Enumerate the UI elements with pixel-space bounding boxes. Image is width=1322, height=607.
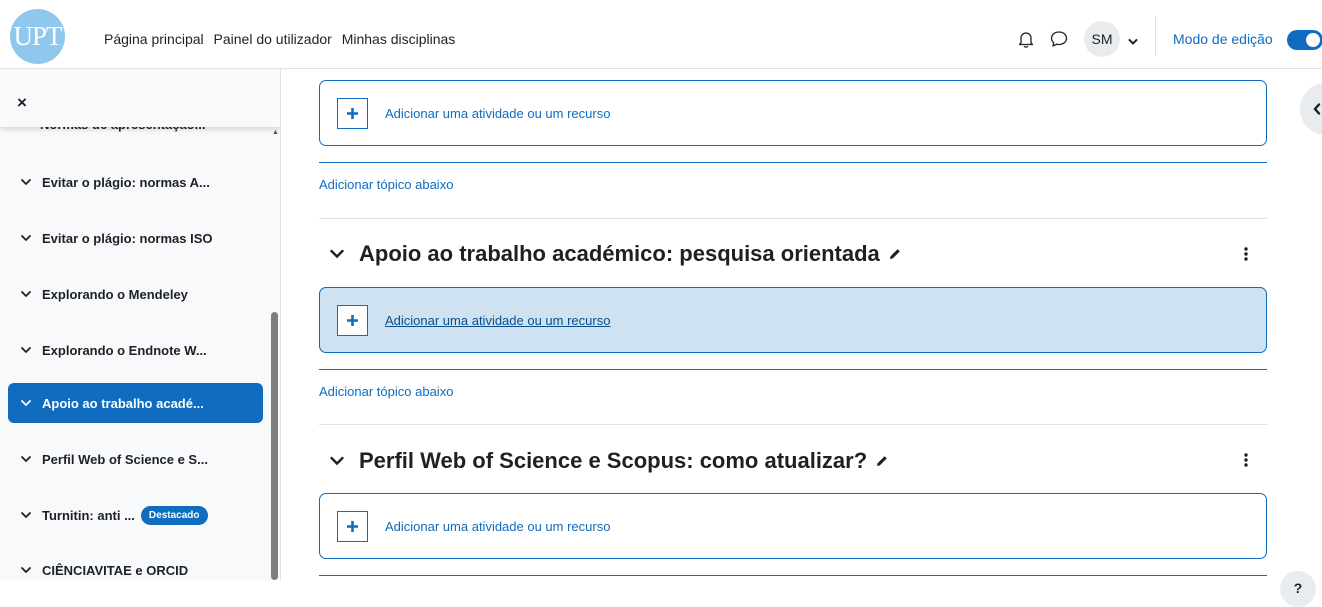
drawer-item-evitar-plagio-apa[interactable]: Evitar o plágio: normas A... xyxy=(8,162,263,202)
drawer-item-label: CIÊNCIAVITAE e ORCID xyxy=(42,562,189,578)
collapse-chevron-down-icon[interactable] xyxy=(329,455,345,467)
section-title[interactable]: Perfil Web of Science e Scopus: como atu… xyxy=(359,448,867,474)
section-header-perfil-wos: Perfil Web of Science e Scopus: como atu… xyxy=(329,448,889,474)
add-activity-button[interactable]: Adicionar uma atividade ou um recurso xyxy=(319,80,1267,146)
add-topic-below-link[interactable]: Adicionar tópico abaixo xyxy=(319,384,453,399)
edit-title-pencil-icon[interactable] xyxy=(875,454,889,468)
chevron-down-icon xyxy=(21,512,31,519)
course-index-drawer: × Normas de apresentação... ▲ Evitar o p… xyxy=(0,69,281,580)
drawer-item-evitar-plagio-iso[interactable]: Evitar o plágio: normas ISO xyxy=(8,218,263,258)
chevron-down-icon xyxy=(21,179,31,186)
collapse-chevron-down-icon[interactable] xyxy=(329,248,345,260)
section-title[interactable]: Apoio ao trabalho académico: pesquisa or… xyxy=(359,241,880,267)
drawer-item-apoio-trabalho-academico[interactable]: Apoio ao trabalho acadé... xyxy=(8,383,263,423)
drawer-item-label: Explorando o Endnote W... xyxy=(42,342,207,358)
section-header-apoio: Apoio ao trabalho académico: pesquisa or… xyxy=(329,241,902,267)
top-navbar: UPT Página principal Painel do utilizado… xyxy=(0,0,1322,69)
add-topic-below-link[interactable]: Adicionar tópico abaixo xyxy=(319,177,453,192)
close-drawer-icon[interactable]: × xyxy=(17,93,27,113)
plus-icon xyxy=(337,510,368,542)
plus-icon xyxy=(337,304,368,336)
topic-separator xyxy=(319,218,1267,219)
highlighted-badge: Destacado xyxy=(140,505,208,525)
chevron-down-icon xyxy=(21,291,31,298)
drawer-item-endnote[interactable]: Explorando o Endnote W... xyxy=(8,330,263,370)
plus-icon xyxy=(337,97,368,129)
scroll-up-arrow-icon[interactable]: ▲ xyxy=(272,129,279,136)
primary-navigation: Página principal Painel do utilizador Mi… xyxy=(104,31,461,47)
section-menu-kebab-icon[interactable] xyxy=(1244,246,1248,267)
drawer-item-turnitin[interactable]: Turnitin: anti ... Destacado xyxy=(8,495,263,535)
chevron-down-icon xyxy=(21,400,31,407)
chevron-down-icon xyxy=(21,456,31,463)
user-avatar[interactable]: SM xyxy=(1084,21,1120,57)
drawer-item-label: Evitar o plágio: normas A... xyxy=(42,174,210,190)
add-activity-label: Adicionar uma atividade ou um recurso xyxy=(385,312,611,328)
chevron-down-icon xyxy=(21,567,31,574)
add-activity-label: Adicionar uma atividade ou um recurso xyxy=(385,518,611,534)
navbar-divider xyxy=(1155,16,1156,56)
edit-mode-toggle[interactable] xyxy=(1287,30,1322,50)
chevron-down-icon xyxy=(21,347,31,354)
section-divider xyxy=(319,162,1267,163)
drawer-item-label: Turnitin: anti ... xyxy=(42,507,135,523)
add-activity-button[interactable]: Adicionar uma atividade ou um recurso xyxy=(319,287,1267,353)
help-button[interactable]: ? xyxy=(1280,571,1316,607)
nav-link-dashboard[interactable]: Painel do utilizador xyxy=(214,31,332,47)
chevron-down-icon xyxy=(21,235,31,242)
add-activity-button[interactable]: Adicionar uma atividade ou um recurso xyxy=(319,493,1267,559)
section-menu-kebab-icon[interactable] xyxy=(1244,452,1248,473)
nav-link-home[interactable]: Página principal xyxy=(104,31,204,47)
drawer-item-cienciavitae-orcid[interactable]: CIÊNCIAVITAE e ORCID xyxy=(8,550,263,580)
topic-separator xyxy=(319,424,1267,425)
drawer-item-label: Perfil Web of Science e S... xyxy=(42,451,208,467)
drawer-header: × xyxy=(0,69,280,127)
toggle-knob xyxy=(1306,33,1320,47)
edit-title-pencil-icon[interactable] xyxy=(888,247,902,261)
nav-link-my-courses[interactable]: Minhas disciplinas xyxy=(342,31,456,47)
section-divider xyxy=(319,575,1267,576)
notifications-bell-icon[interactable] xyxy=(1018,30,1034,53)
drawer-item-mendeley[interactable]: Explorando o Mendeley xyxy=(8,274,263,314)
edit-mode-label[interactable]: Modo de edição xyxy=(1173,31,1273,47)
messages-chat-icon[interactable] xyxy=(1050,30,1068,53)
drawer-item-label: Apoio ao trabalho acadé... xyxy=(42,395,204,411)
user-menu-chevron-down-icon[interactable] xyxy=(1128,33,1138,51)
chevron-left-icon xyxy=(1313,102,1321,120)
add-activity-label: Adicionar uma atividade ou um recurso xyxy=(385,105,611,121)
drawer-item-label: Evitar o plágio: normas ISO xyxy=(42,230,213,246)
drawer-item-label: Explorando o Mendeley xyxy=(42,286,188,302)
drawer-scrollbar[interactable] xyxy=(271,312,278,580)
drawer-item-perfil-wos-scopus[interactable]: Perfil Web of Science e S... xyxy=(8,439,263,479)
section-divider xyxy=(319,369,1267,370)
site-logo[interactable]: UPT xyxy=(10,9,65,64)
